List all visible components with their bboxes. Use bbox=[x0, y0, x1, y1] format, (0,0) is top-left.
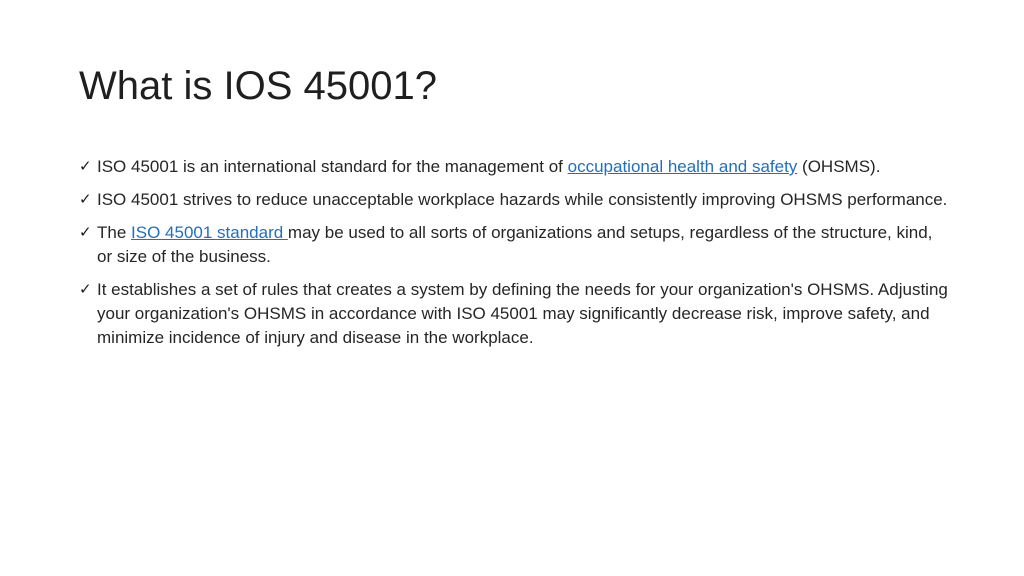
bullet-text: The bbox=[97, 223, 132, 242]
bullet-text: (OHSMS). bbox=[797, 157, 881, 176]
bullet-text: ISO 45001 is an international standard f… bbox=[97, 157, 568, 176]
check-mark-icon: ✓ bbox=[79, 158, 92, 175]
iso-45001-standard-link[interactable]: ISO 45001 standard bbox=[131, 223, 288, 242]
occupational-health-safety-link[interactable]: occupational health and safety bbox=[568, 157, 798, 176]
bullet-list: ✓ ISO 45001 is an international standard… bbox=[79, 155, 949, 359]
check-mark-icon: ✓ bbox=[79, 281, 92, 298]
bullet-item: ✓ The ISO 45001 standard may be used to … bbox=[79, 221, 949, 269]
bullet-text: It establishes a set of rules that creat… bbox=[97, 280, 948, 347]
bullet-item: ✓ ISO 45001 is an international standard… bbox=[79, 155, 949, 179]
slide: What is IOS 45001? ✓ ISO 45001 is an int… bbox=[0, 0, 1024, 576]
bullet-item: ✓ ISO 45001 strives to reduce unacceptab… bbox=[79, 188, 949, 212]
bullet-item: ✓ It establishes a set of rules that cre… bbox=[79, 278, 949, 350]
check-mark-icon: ✓ bbox=[79, 191, 92, 208]
check-mark-icon: ✓ bbox=[79, 224, 92, 241]
slide-title: What is IOS 45001? bbox=[79, 64, 437, 108]
bullet-text: ISO 45001 strives to reduce unacceptable… bbox=[97, 190, 948, 209]
